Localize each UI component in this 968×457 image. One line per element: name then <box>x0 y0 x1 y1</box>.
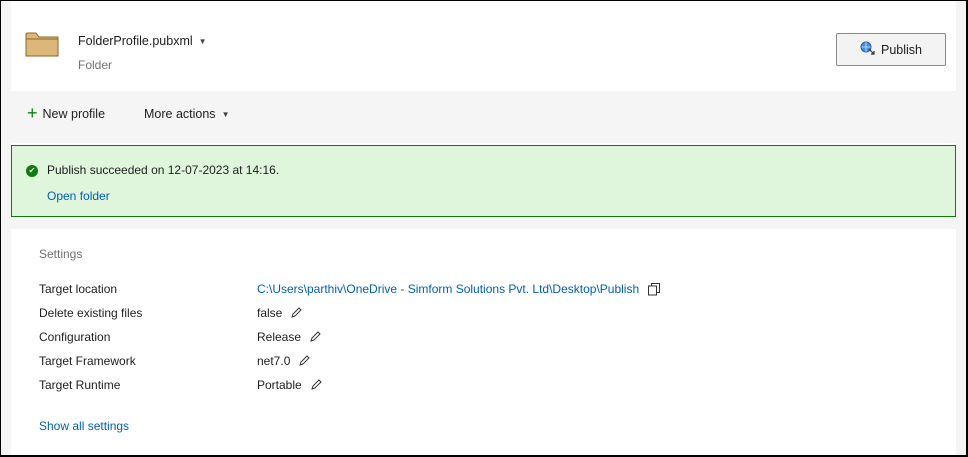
pencil-icon[interactable] <box>298 355 311 367</box>
more-actions-label: More actions <box>144 107 216 121</box>
profile-type: Folder <box>78 58 113 72</box>
pencil-icon[interactable] <box>310 379 322 391</box>
setting-row-target-runtime: Target Runtime Portable <box>39 376 939 394</box>
settings-panel: Settings Target location C:\Users\parthi… <box>19 229 956 454</box>
profile-selector[interactable]: FolderProfile.pubxml ▼ <box>78 34 207 48</box>
new-profile-button[interactable]: + New profile <box>27 103 106 123</box>
publish-button-label: Publish <box>881 42 922 57</box>
show-all-settings-link[interactable]: Show all settings <box>39 419 129 433</box>
setting-label: Target location <box>39 282 118 296</box>
folder-icon <box>25 31 59 57</box>
pencil-icon[interactable] <box>309 331 321 343</box>
setting-value: Release <box>257 330 302 344</box>
setting-value-group: Release <box>257 330 321 344</box>
open-folder-link[interactable]: Open folder <box>47 189 110 203</box>
chevron-down-icon: ▼ <box>221 109 230 119</box>
setting-row-configuration: Configuration Release <box>39 328 939 346</box>
setting-value: Portable <box>257 378 302 392</box>
setting-value: C:\Users\parthiv\OneDrive - Simform Solu… <box>257 282 640 296</box>
setting-value: false <box>257 306 283 320</box>
setting-label: Configuration <box>39 330 111 344</box>
new-profile-label: New profile <box>42 107 106 121</box>
setting-row-delete-existing: Delete existing files false <box>39 304 939 322</box>
section-gap <box>11 217 956 229</box>
right-gutter <box>956 1 966 455</box>
plus-icon: + <box>27 103 38 123</box>
publish-status-banner: ✔ Publish succeeded on 12-07-2023 at 14:… <box>11 145 956 217</box>
more-actions-dropdown[interactable]: More actions ▼ <box>144 107 229 121</box>
setting-label: Target Framework <box>39 354 136 368</box>
left-gutter <box>1 1 11 455</box>
setting-value-group: net7.0 <box>257 354 311 368</box>
setting-label: Delete existing files <box>39 306 143 320</box>
settings-title: Settings <box>39 247 83 261</box>
target-location-link[interactable]: C:\Users\parthiv\OneDrive - Simform Solu… <box>257 282 661 296</box>
profile-header: FolderProfile.pubxml ▼ Folder Publish <box>11 1 956 91</box>
publish-button[interactable]: Publish <box>836 33 946 66</box>
chevron-down-icon: ▼ <box>198 36 207 46</box>
setting-value-group: Portable <box>257 378 322 392</box>
copy-icon[interactable] <box>647 282 661 296</box>
setting-value: net7.0 <box>257 354 291 368</box>
setting-row-target-location: Target location C:\Users\parthiv\OneDriv… <box>39 280 939 298</box>
pencil-icon[interactable] <box>290 307 303 319</box>
actions-bar: + New profile More actions ▼ <box>11 91 956 143</box>
globe-publish-icon <box>860 41 876 58</box>
setting-label: Target Runtime <box>39 378 121 392</box>
setting-row-target-framework: Target Framework net7.0 <box>39 352 939 370</box>
setting-value-group: false <box>257 306 303 320</box>
check-circle-icon: ✔ <box>26 165 38 177</box>
publish-page: FolderProfile.pubxml ▼ Folder Publish + … <box>0 0 968 457</box>
profile-name-label: FolderProfile.pubxml <box>78 34 193 48</box>
publish-status-message: Publish succeeded on 12-07-2023 at 14:16… <box>47 163 280 177</box>
